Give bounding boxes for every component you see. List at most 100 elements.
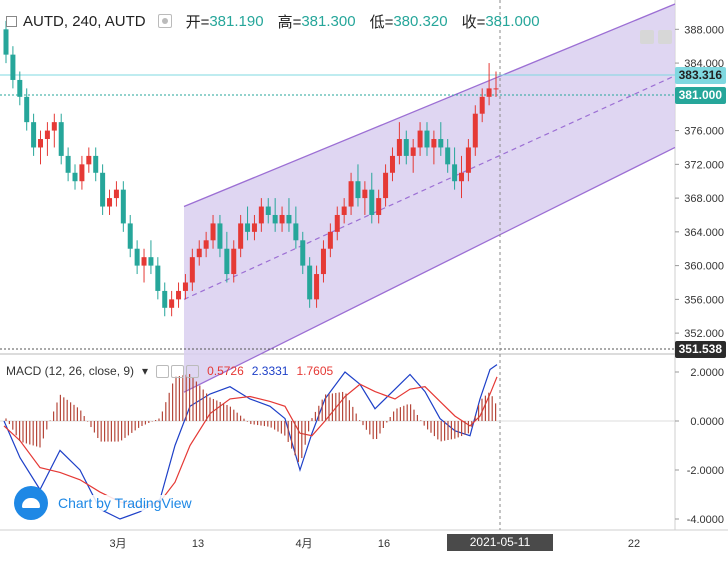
macd-tick-label: -4.0000 <box>687 514 724 526</box>
candle-body <box>362 189 368 199</box>
candle-body <box>72 172 78 182</box>
candle-body <box>417 130 423 148</box>
candle-body <box>369 189 375 215</box>
chart-header: AUTD, 240, AUTD 开= 381.190 高= 381.300 低= 38… <box>6 10 540 32</box>
candle-body <box>31 122 37 148</box>
price-tick-label: 388.000 <box>684 24 724 36</box>
price-label-lower: 351.538 <box>674 341 726 358</box>
candle-body <box>51 122 57 131</box>
candle-body <box>169 299 175 308</box>
candle-body <box>155 265 161 291</box>
eye-icon[interactable] <box>157 14 172 28</box>
open-label: 开= <box>185 13 210 31</box>
candle-body <box>272 214 278 224</box>
time-tick-label: 3月 <box>109 538 126 550</box>
candle-body <box>452 164 458 182</box>
price-tick-label: 372.000 <box>684 159 724 171</box>
scale-down-button[interactable] <box>658 30 672 44</box>
candle-body <box>86 155 92 165</box>
candle-body <box>396 139 402 156</box>
macd-tick-label: 0.0000 <box>690 416 724 428</box>
price-tick-label: 368.000 <box>684 193 724 205</box>
macd-tick-label: 2.0000 <box>690 367 724 379</box>
candle-body <box>341 206 347 215</box>
candle-body <box>44 130 50 140</box>
candle-body <box>424 130 430 148</box>
candle-body <box>279 214 285 224</box>
candle-body <box>348 181 354 207</box>
chevron-down-icon[interactable]: ▾ <box>142 364 148 378</box>
candle-body <box>127 223 133 249</box>
candle-body <box>93 155 99 173</box>
candle-body <box>431 139 437 148</box>
low-value: 380.320 <box>393 12 448 30</box>
tradingview-logo[interactable]: Chart by TradingView <box>14 486 192 520</box>
candle-body <box>286 214 292 224</box>
candle-body <box>100 172 106 207</box>
price-tick-label: 352.000 <box>684 328 724 340</box>
candle-body <box>231 248 237 275</box>
candle-body <box>107 198 113 207</box>
tradingview-icon <box>14 486 48 520</box>
candle-body <box>176 290 182 300</box>
candle-body <box>410 147 416 156</box>
candle-body <box>327 231 333 249</box>
candle-body <box>445 147 451 165</box>
branding-text: Chart by TradingView <box>58 495 192 511</box>
candle-body <box>58 122 64 156</box>
candle-body <box>210 223 216 241</box>
time-tick-label: 22 <box>628 538 640 550</box>
symbol-title: AUTD, 240, AUTD <box>23 12 146 30</box>
candle-body <box>217 223 223 249</box>
candle-body <box>479 96 485 114</box>
time-tick-label: 4月 <box>295 538 312 550</box>
scale-up-button[interactable] <box>640 30 654 44</box>
high-label: 高= <box>277 13 302 31</box>
high-value: 381.300 <box>301 12 356 30</box>
candle-body <box>65 155 71 173</box>
candle-body <box>376 198 382 215</box>
open-value: 381.190 <box>209 12 264 30</box>
chart-stage: 388.000384.000380.000376.000372.000368.0… <box>0 0 728 566</box>
candle-body <box>245 223 251 232</box>
candle-body <box>300 240 306 266</box>
regression-channel-fill <box>184 4 675 393</box>
price-tick-label: 356.000 <box>684 294 724 306</box>
price-label-last: 381.000 <box>674 87 726 104</box>
candle-body <box>251 223 257 232</box>
settings-icon[interactable] <box>171 364 185 378</box>
low-label: 低= <box>369 13 394 31</box>
candle-body <box>486 88 492 97</box>
close-value: 381.000 <box>485 12 540 30</box>
candle-body <box>438 139 444 148</box>
chart-canvas[interactable]: 388.000384.000380.000376.000372.000368.0… <box>0 0 728 553</box>
collapse-icon[interactable] <box>6 15 17 27</box>
candle-body <box>334 214 340 232</box>
candle-body <box>389 155 395 173</box>
candle-body <box>403 139 409 156</box>
candle-body <box>38 139 44 148</box>
macd-line-value: 2.3331 <box>251 364 289 378</box>
crosshair-date: 2021-05-11 04:00:00 <box>447 534 553 566</box>
candle-body <box>472 113 478 148</box>
candle-body <box>355 181 361 199</box>
candle-body <box>320 248 326 275</box>
macd-histogram-value: 0.5726 <box>207 364 244 378</box>
time-tick-label: 13 <box>192 538 204 550</box>
close-icon[interactable] <box>186 364 200 378</box>
candle-body <box>258 206 264 224</box>
candle-body <box>3 29 9 55</box>
macd-title: MACD (12, 26, close, 9) <box>6 364 135 378</box>
candle-body <box>465 147 471 173</box>
macd-header: MACD (12, 26, close, 9) ▾ 0.5726 2.3331 … <box>6 364 333 378</box>
candle-body <box>24 96 30 123</box>
candle-body <box>134 248 140 266</box>
candle-body <box>189 257 195 283</box>
candle-body <box>203 240 209 249</box>
candle-body <box>79 164 85 182</box>
candle-body <box>182 282 188 291</box>
eye-icon[interactable] <box>156 364 170 378</box>
close-label: 收= <box>461 13 486 31</box>
candle-body <box>265 206 271 215</box>
candle-body <box>196 248 202 258</box>
